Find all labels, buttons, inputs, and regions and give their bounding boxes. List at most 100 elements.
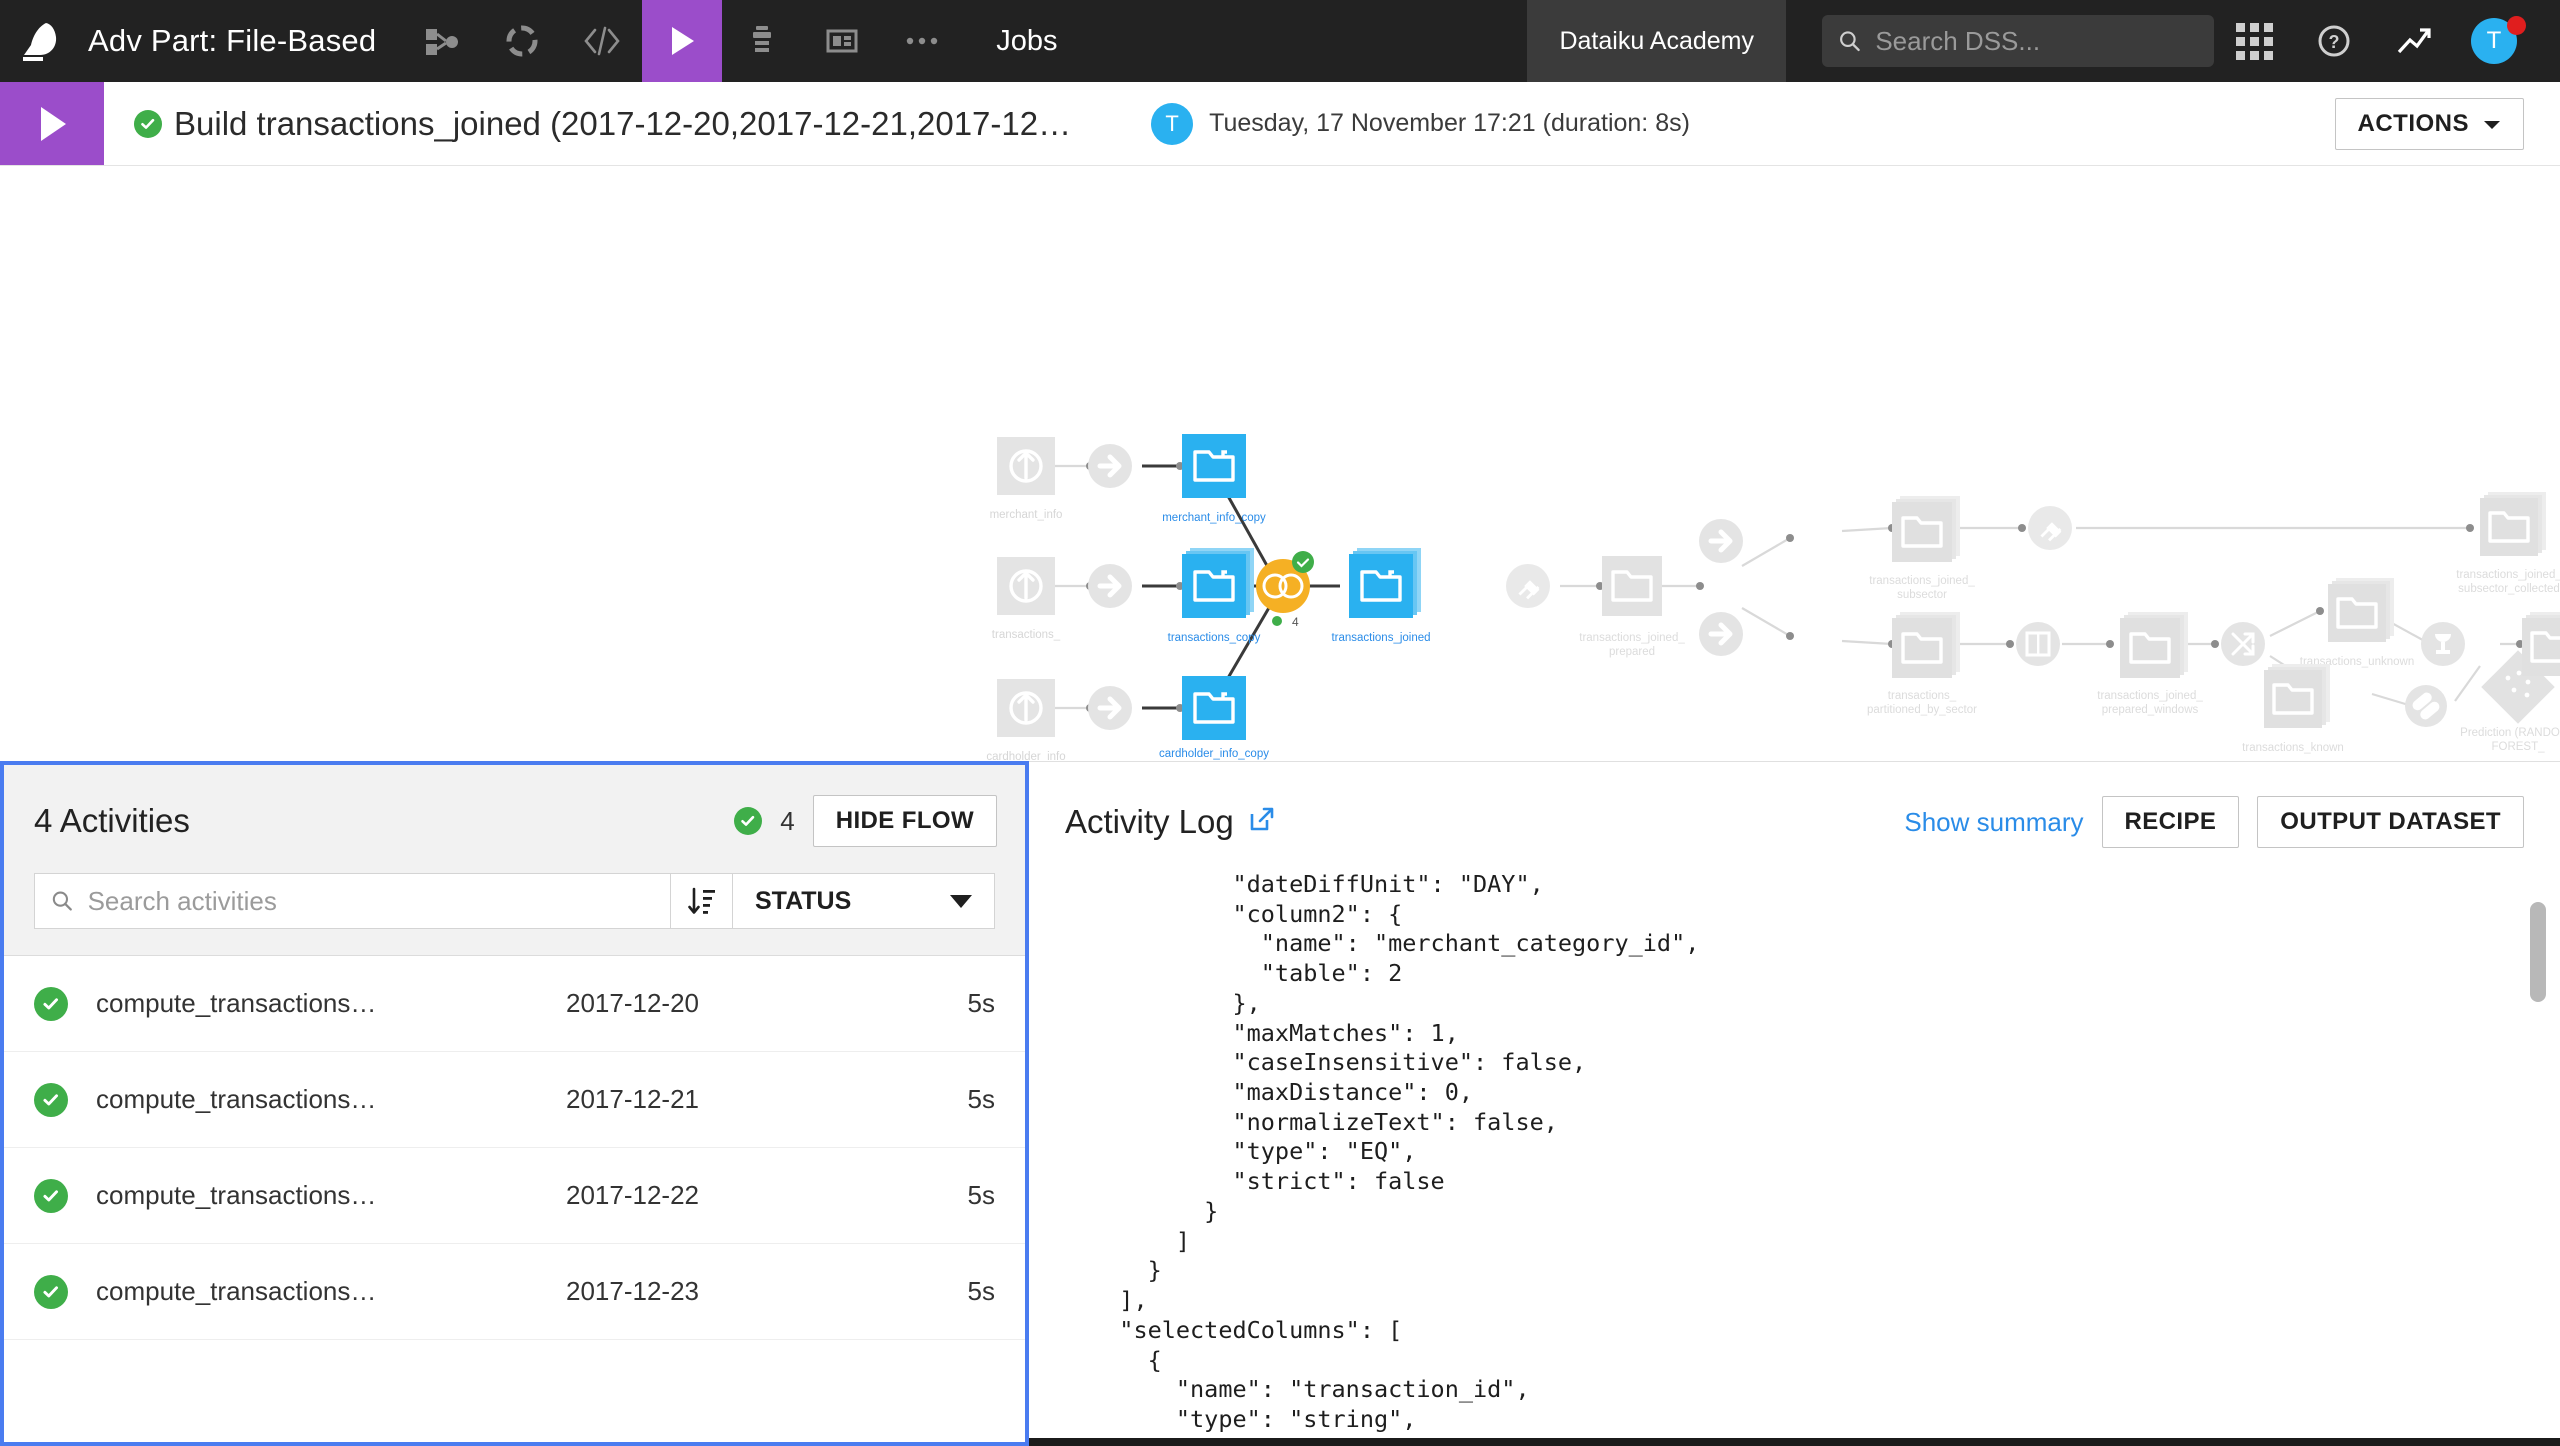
jobs-play-icon[interactable] (642, 0, 722, 82)
trending-icon[interactable] (2374, 24, 2454, 58)
log-scrollbar[interactable] (2530, 870, 2546, 1446)
flow-recipe-score[interactable] (2421, 622, 2465, 666)
flow-preview[interactable]: merchant_info merchant_info_copy transac… (0, 166, 2560, 761)
show-summary-link[interactable]: Show summary (1904, 807, 2083, 838)
flow-node-transactions-unknown[interactable]: transactions_unknown (2300, 578, 2414, 668)
row-activity-name: compute_transactions… (96, 988, 566, 1019)
activities-list[interactable]: compute_transactions… 2017-12-20 5s comp… (4, 956, 1025, 1442)
flow-node-transactions[interactable]: transactions_ (992, 557, 1061, 641)
activity-log-panel: Activity Log Show summary RECIPE OUTPUT … (1029, 761, 2560, 1446)
row-partition: 2017-12-23 (566, 1276, 866, 1307)
flow-node-transactions-copy[interactable]: transactions_copy (1168, 548, 1261, 644)
flow-node-merchant-info[interactable]: merchant_info (990, 437, 1063, 521)
flow-recipe-train[interactable] (2405, 685, 2447, 727)
job-play-icon[interactable] (0, 82, 104, 165)
log-text: "dateDiffUnit": "DAY", "column2": { "nam… (1091, 870, 2560, 1446)
job-header: Build transactions_joined (2017-12-20,20… (0, 82, 2560, 166)
automation-icon[interactable] (722, 0, 802, 82)
table-row[interactable]: compute_transactions… 2017-12-22 5s (4, 1148, 1025, 1244)
table-row[interactable]: compute_transactions… 2017-12-20 5s (4, 956, 1025, 1052)
activities-panel: 4 Activities 4 HIDE FLOW (0, 761, 1029, 1446)
dataiku-academy-link[interactable]: Dataiku Academy (1527, 0, 1786, 82)
log-scrollbar-thumb[interactable] (2530, 902, 2546, 1002)
dataiku-bird-logo[interactable] (0, 0, 80, 82)
svg-text:Prediction (RANDOM_: Prediction (RANDOM_ (2460, 727, 2560, 739)
tab-jobs[interactable]: Jobs (962, 0, 1091, 82)
lab-icon[interactable] (482, 0, 562, 82)
flow-node-label: transactions_ (992, 629, 1061, 641)
flow-node-transactions-joined-subsector[interactable]: transactions_joined_ subsector (1869, 496, 1975, 601)
svg-text:transactions_joined_: transactions_joined_ (1869, 575, 1975, 587)
output-dataset-button[interactable]: OUTPUT DATASET (2257, 796, 2524, 848)
svg-text:?: ? (2329, 32, 2340, 52)
apps-grid-icon[interactable] (2214, 23, 2294, 60)
activities-header-right: 4 HIDE FLOW (734, 795, 997, 847)
status-filter-value: STATUS (755, 887, 851, 916)
actions-button[interactable]: ACTIONS (2335, 98, 2525, 150)
flow-recipe-window[interactable] (2016, 622, 2060, 666)
user-avatar[interactable]: T (2454, 18, 2534, 64)
flow-recipe-sync-5[interactable] (1699, 612, 1743, 656)
status-filter-select[interactable]: STATUS (733, 873, 995, 929)
activity-log-header: Activity Log Show summary RECIPE OUTPUT … (1029, 762, 2560, 848)
activity-log-title: Activity Log (1065, 803, 1234, 841)
nav-spacer (1092, 0, 1528, 82)
success-check-icon (1292, 551, 1314, 573)
svg-text:transactions_known: transactions_known (2242, 742, 2344, 754)
activities-toolbar: STATUS (4, 847, 1025, 956)
job-meta: T Tuesday, 17 November 17:21 (duration: … (1151, 82, 1690, 165)
more-icon[interactable] (882, 0, 962, 82)
flow-node-label: merchant_info (990, 509, 1063, 521)
flow-node-label: cardholder_info (986, 751, 1065, 761)
nav-right-icons: ? T (2214, 0, 2560, 82)
flow-node-transactions-known[interactable]: transactions_known (2242, 664, 2344, 754)
flow-node-transactions-joined-prepared-windows[interactable]: transactions_joined_ prepared_windows (2097, 612, 2203, 716)
project-title[interactable]: Adv Part: File-Based (80, 0, 402, 82)
flow-node-transactions-unknown-scored[interactable] (2522, 612, 2560, 676)
svg-text:subsector: subsector (1897, 589, 1947, 601)
flow-recipe-prepare-2[interactable] (2028, 506, 2072, 550)
row-status (34, 987, 96, 1021)
flow-node-label: cardholder_info_copy (1159, 748, 1269, 760)
activity-log-body[interactable]: "dateDiffUnit": "DAY", "column2": { "nam… (1029, 870, 2560, 1446)
flow-node-label: transactions_copy (1168, 632, 1261, 644)
flow-node-merchant-info-copy[interactable]: merchant_info_copy (1162, 434, 1266, 524)
recipe-button[interactable]: RECIPE (2102, 796, 2240, 848)
search-activities-input[interactable] (88, 886, 670, 917)
hide-flow-button[interactable]: HIDE FLOW (813, 795, 997, 847)
search-dss-box[interactable] (1822, 15, 2214, 67)
job-timestamp: Tuesday, 17 November 17:21 (duration: 8s… (1209, 109, 1690, 138)
flow-node-transactions-joined[interactable]: transactions_joined (1331, 548, 1430, 644)
flow-icon[interactable] (402, 0, 482, 82)
flow-node-transactions-joined-prepared[interactable]: transactions_joined_ prepared (1579, 556, 1685, 658)
sort-descending-icon[interactable] (671, 873, 733, 929)
row-duration: 5s (968, 1084, 995, 1115)
code-icon[interactable] (562, 0, 642, 82)
flow-node-cardholder-info[interactable]: cardholder_info (986, 679, 1065, 761)
flow-recipe-prepare-1[interactable] (1506, 564, 1550, 608)
flow-recipe-sync-4[interactable] (1699, 519, 1743, 563)
flow-recipe-split[interactable] (2221, 622, 2265, 666)
row-partition: 2017-12-21 (566, 1084, 866, 1115)
flow-node-transactions-joined-subsector-collected[interactable]: transactions_joined_ subsector_collected (2456, 492, 2560, 595)
search-input[interactable] (1875, 26, 2198, 57)
row-status (34, 1179, 96, 1213)
search-activities-box[interactable] (34, 873, 671, 929)
svg-text:transactions_joined_: transactions_joined_ (2456, 569, 2560, 581)
svg-text:transactions_: transactions_ (1888, 690, 1957, 702)
bottom-split: 4 Activities 4 HIDE FLOW (0, 761, 2560, 1446)
flow-node-cardholder-info-copy[interactable]: cardholder_info_copy (1159, 676, 1269, 760)
svg-text:prepared: prepared (1609, 646, 1655, 658)
flow-node-transactions-partitioned-by-sector[interactable]: transactions_ partitioned_by_sector (1867, 612, 1977, 716)
flow-graph[interactable]: merchant_info merchant_info_copy transac… (0, 166, 2560, 761)
table-row[interactable]: compute_transactions… 2017-12-23 5s (4, 1244, 1025, 1340)
dashboard-icon[interactable] (802, 0, 882, 82)
job-header-spacer (1690, 82, 2335, 165)
help-icon[interactable]: ? (2294, 22, 2374, 60)
svg-text:transactions_joined_: transactions_joined_ (1579, 632, 1685, 644)
table-row[interactable]: compute_transactions… 2017-12-21 5s (4, 1052, 1025, 1148)
join-badge-count: 4 (1292, 615, 1299, 629)
row-activity-name: compute_transactions… (96, 1084, 566, 1115)
row-duration: 5s (968, 1180, 995, 1211)
external-link-icon[interactable] (1248, 803, 1276, 841)
